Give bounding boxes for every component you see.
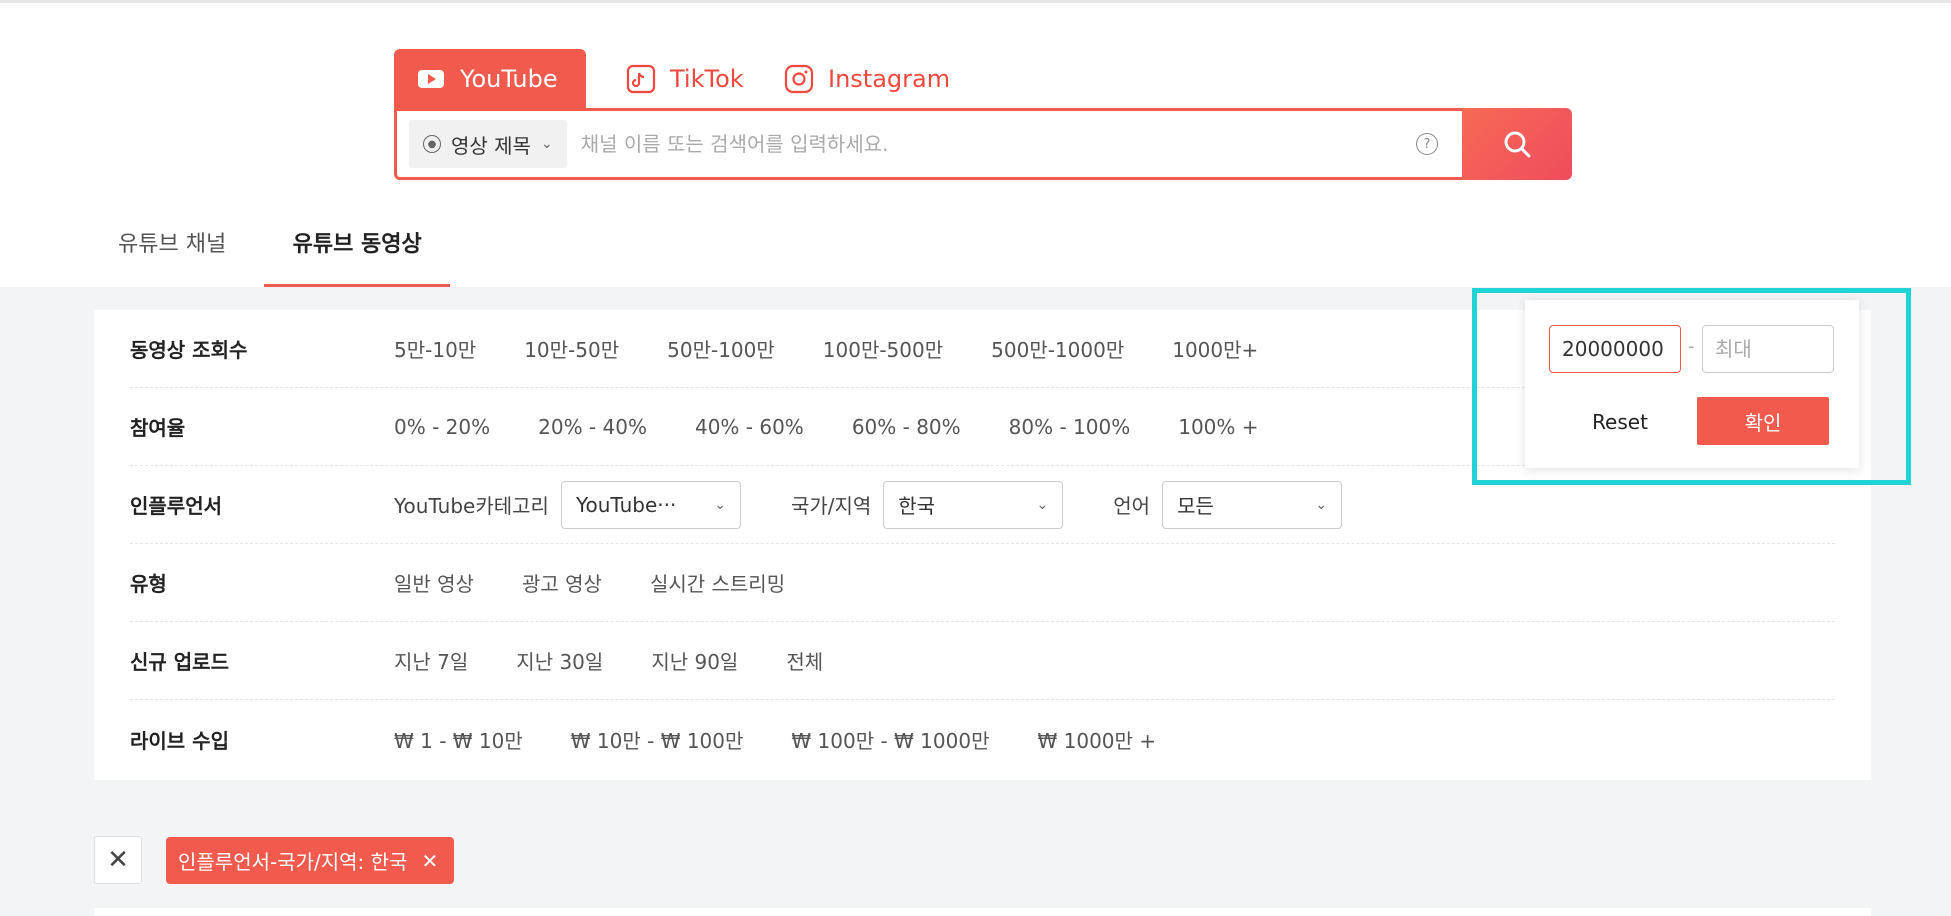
filter-option[interactable]: 80% - 100% [1009,415,1131,439]
language-select[interactable]: 모든 ⌄ [1162,480,1343,529]
chevron-down-icon: ⌄ [1036,496,1049,513]
filter-option[interactable]: 500만-1000만 [991,334,1124,363]
range-min-input[interactable] [1549,325,1681,373]
chip-label: 인플루언서-국가/지역: 한국 [178,850,408,874]
filter-option[interactable]: 40% - 60% [695,415,804,439]
platform-tabs: YouTube TikTok Instagram [394,49,950,109]
search-button[interactable] [1462,108,1572,180]
search-type-label: 영상 제목 [451,133,531,158]
youtube-icon [418,70,444,88]
tab-youtube-video[interactable]: 유튜브 동영상 [264,208,451,287]
filter-option[interactable]: 전체 [786,646,823,675]
filter-option[interactable]: 광고 영상 [522,568,602,597]
category-label: YouTube카테고리 [394,494,549,518]
results-panel-edge [94,908,1871,916]
language-label: 언어 [1113,494,1151,518]
range-dash: - [1688,336,1695,357]
filter-option[interactable]: 20% - 40% [538,415,647,439]
clear-filters-button[interactable]: ✕ [94,836,142,884]
filter-label: 신규 업로드 [130,650,229,674]
filter-row-upload: 신규 업로드 지난 7일 지난 30일 지난 90일 전체 [130,622,1835,700]
region-value: 한국 [898,494,936,518]
tab-instagram[interactable]: Instagram [784,49,950,109]
filter-option[interactable]: ₩ 1 - ₩ 10만 [394,725,523,754]
tab-youtube-channel[interactable]: 유튜브 채널 [94,208,250,287]
filter-option[interactable]: 1000만+ [1172,334,1258,363]
filter-option[interactable]: 5만-10만 [394,334,476,363]
reset-button[interactable]: Reset [1565,398,1675,446]
filter-option[interactable]: ₩ 1000만 + [1037,725,1156,754]
chevron-down-icon: ⌄ [714,496,726,513]
tab-tiktok-label: TikTok [670,65,744,93]
filter-option[interactable]: ₩ 10만 - ₩ 100만 [571,725,744,754]
filter-label: 라이브 수입 [130,728,229,753]
filter-option[interactable]: 0% - 20% [394,415,490,439]
filter-row-live-revenue: 라이브 수입 ₩ 1 - ₩ 10만 ₩ 10만 - ₩ 100만 ₩ 100만… [130,700,1835,778]
filter-label: 동영상 조회수 [130,338,248,362]
search-bar: ● 영상 제목 ⌄ ? [394,108,1572,180]
tiktok-icon [626,64,656,94]
content-tabs: 유튜브 채널 유튜브 동영상 [94,208,451,287]
confirm-button[interactable]: 확인 [1697,397,1829,445]
close-icon: ✕ [107,845,129,875]
help-icon[interactable]: ? [1416,133,1438,155]
filter-option[interactable]: 지난 30일 [516,646,603,675]
range-max-input[interactable] [1702,325,1834,373]
language-value: 모든 [1177,494,1214,518]
search-box: ● 영상 제목 ⌄ ? [394,108,1462,180]
search-input[interactable] [566,120,1416,168]
filter-option[interactable]: 실시간 스트리밍 [650,568,785,597]
filter-label: 참여율 [130,416,186,440]
region-select[interactable]: 한국 ⌄ [883,480,1064,529]
tab-instagram-label: Instagram [828,65,951,93]
tab-youtube[interactable]: YouTube [394,49,586,109]
filter-option[interactable]: 지난 7일 [394,646,468,675]
category-select[interactable]: YouTube··· ⌄ [560,480,741,529]
active-filter-chip: 인플루언서-국가/지역: 한국 ✕ [166,837,455,884]
filter-option[interactable]: 지난 90일 [651,646,738,675]
filter-row-type: 유형 일반 영상 광고 영상 실시간 스트리밍 [130,544,1835,622]
user-circle-icon: ● [423,135,441,153]
filter-label: 유형 [130,572,167,596]
search-type-select[interactable]: ● 영상 제목 ⌄ [409,120,567,168]
filter-label: 인플루언서 [130,494,222,518]
filter-option[interactable]: 100만-500만 [823,334,943,363]
chevron-down-icon: ⌄ [540,136,553,152]
range-popover: - Reset 확인 [1525,300,1859,468]
filter-option[interactable]: 60% - 80% [852,415,961,439]
filter-option[interactable]: ₩ 100만 - ₩ 1000만 [791,725,989,754]
filter-option[interactable]: 일반 영상 [394,568,474,597]
search-icon [1504,131,1531,158]
region-label: 국가/지역 [790,494,872,518]
category-value: YouTube··· [575,492,677,517]
filter-option[interactable]: 10만-50만 [524,334,619,363]
tab-youtube-label: YouTube [460,65,558,93]
close-icon[interactable]: ✕ [421,849,438,873]
tab-tiktok[interactable]: TikTok [626,49,754,109]
instagram-icon [784,64,814,94]
filter-option[interactable]: 100% + [1178,415,1258,439]
filter-option[interactable]: 50만-100만 [667,334,775,363]
chevron-down-icon: ⌄ [1315,496,1328,513]
